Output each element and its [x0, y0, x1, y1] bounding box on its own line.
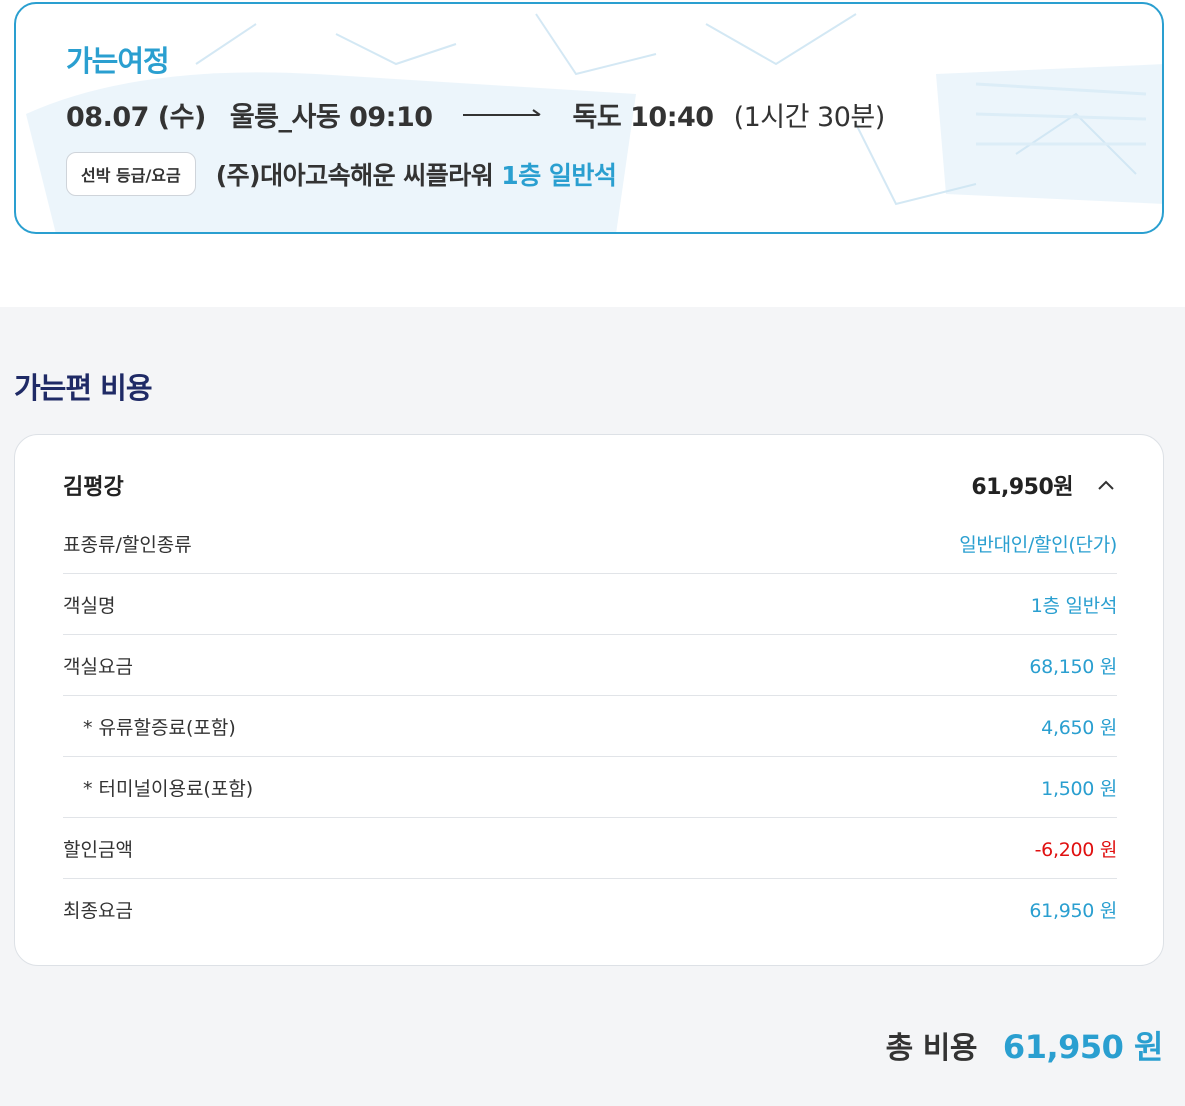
fare-detail-row: 표종류/할인종류 일반대인/할인(단가): [63, 513, 1117, 574]
route-info: 08.07 (수) 울릉_사동 09:10 독도 10:40 (1시간 30분): [66, 96, 886, 133]
ticket-type-value: 일반대인/할인(단가): [959, 533, 1117, 556]
passenger-name: 김평강: [63, 475, 124, 500]
passenger-amount: 61,950원: [971, 475, 1073, 500]
fare-detail-row: * 유류할증료(포함) 4,650 원: [63, 696, 1117, 757]
ticket-type-label: 표종류/할인종류: [63, 533, 192, 556]
total-cost-row: 총 비용 61,950 원: [885, 1022, 1164, 1068]
grade-fare-badge: 선박 등급/요금: [66, 152, 196, 196]
passenger-cost-card: 김평강 61,950원 표종류/할인종류 일반대인/할인(단가) 객실명 1층 …: [14, 434, 1164, 966]
fare-detail-row: 최종요금 61,950 원: [63, 879, 1117, 940]
cabin-fare-label: 객실요금: [63, 655, 133, 678]
outbound-trip-title: 가는여정: [66, 44, 170, 78]
fare-detail-row: 객실요금 68,150 원: [63, 635, 1117, 696]
fuel-surcharge-label: * 유류할증료(포함): [83, 716, 236, 739]
fare-detail-row: * 터미널이용료(포함) 1,500 원: [63, 757, 1117, 818]
cabin-name-value: 1층 일반석: [1030, 594, 1118, 617]
ship-company: (주)대아고속해운 씨플라워: [215, 161, 494, 190]
ship-grade-row: 선박 등급/요금 (주)대아고속해운 씨플라워 1층 일반석: [66, 152, 617, 196]
fuel-surcharge-value: 4,650 원: [1041, 716, 1117, 739]
terminal-fee-value: 1,500 원: [1041, 777, 1117, 800]
passenger-amount-group: 61,950원: [971, 469, 1117, 501]
final-fare-value: 61,950 원: [1029, 900, 1117, 922]
chevron-up-icon[interactable]: [1095, 474, 1117, 496]
fare-detail-row: 객실명 1층 일반석: [63, 574, 1117, 635]
final-fare-label: 최종요금: [63, 900, 133, 922]
cabin-fare-value: 68,150 원: [1029, 655, 1117, 678]
cost-section-title: 가는편 비용: [14, 371, 152, 405]
passenger-header[interactable]: 김평강 61,950원: [63, 465, 1117, 505]
arrival-port-time: 독도 10:40: [572, 101, 715, 133]
fare-detail-row: 할인금액 -6,200 원: [63, 818, 1117, 879]
departure-port-time: 울릉_사동 09:10: [229, 101, 433, 133]
departure-date: 08.07 (수): [66, 101, 206, 133]
total-cost-label: 총 비용: [885, 1031, 978, 1066]
total-cost-value: 61,950 원: [1002, 1028, 1164, 1066]
discount-value: -6,200 원: [1034, 838, 1118, 861]
terminal-fee-label: * 터미널이용료(포함): [83, 777, 254, 800]
outbound-trip-card: 가는여정 08.07 (수) 울릉_사동 09:10 독도 10:40 (1시간…: [14, 2, 1164, 234]
cost-section: 가는편 비용 김평강 61,950원 표종류/할인종류 일반대인/할인(단가) …: [0, 307, 1185, 1106]
trip-duration: (1시간 30분): [733, 101, 886, 133]
discount-label: 할인금액: [63, 838, 133, 861]
arrow-right-icon: [462, 109, 541, 116]
seat-class: 1층 일반석: [501, 161, 617, 190]
cabin-name-label: 객실명: [63, 594, 116, 617]
fare-detail-list: 표종류/할인종류 일반대인/할인(단가) 객실명 1층 일반석 객실요금 68,…: [63, 513, 1117, 940]
